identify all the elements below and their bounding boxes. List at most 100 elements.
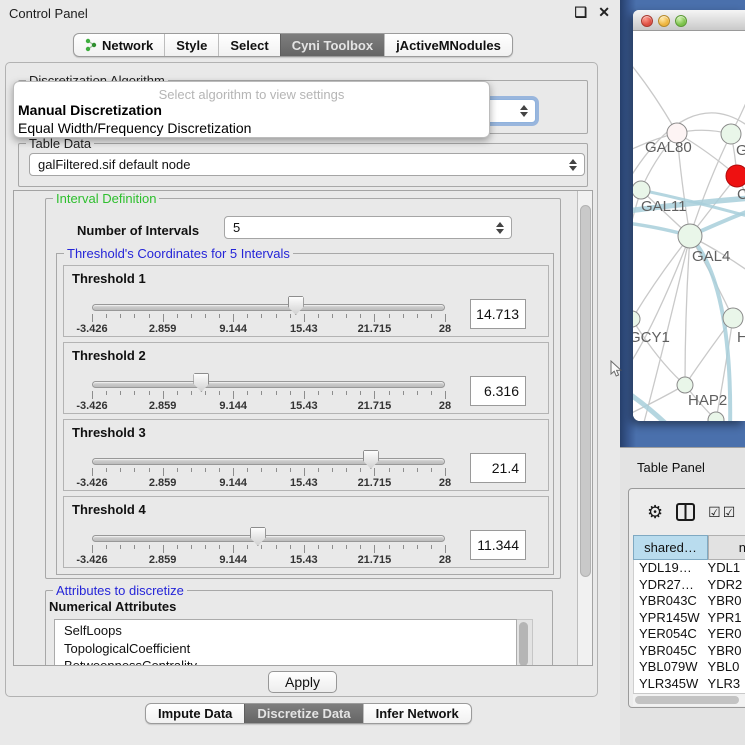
threshold-slider-track[interactable]: [92, 304, 445, 311]
table-row[interactable]: YDR27…YDR2: [634, 577, 745, 594]
settings-scrollbar-thumb[interactable]: [580, 205, 591, 577]
network-node-GAL4[interactable]: [678, 224, 702, 248]
threshold-slider-thumb[interactable]: [193, 373, 209, 392]
threshold-slider-thumb[interactable]: [288, 296, 304, 315]
threshold-value-field[interactable]: 14.713: [470, 299, 526, 329]
zoom-traffic-light-icon[interactable]: [675, 15, 687, 27]
network-node-label: H: [737, 329, 745, 346]
tab-cyni-toolbox[interactable]: Cyni Toolbox: [280, 34, 384, 56]
network-node-GCY1[interactable]: [633, 311, 640, 327]
table-row[interactable]: YDL19…YDL1: [634, 560, 745, 577]
close-traffic-light-icon[interactable]: [641, 15, 653, 27]
minimize-traffic-light-icon[interactable]: [658, 15, 670, 27]
threshold-value-field[interactable]: 11.344: [470, 530, 526, 560]
settings-scrollbar[interactable]: [577, 191, 592, 666]
table-cell[interactable]: YBR0: [703, 643, 745, 660]
tab-label: Select: [230, 38, 268, 53]
apply-button[interactable]: Apply: [268, 671, 337, 693]
checkbox-icon[interactable]: ☑☑: [708, 504, 737, 521]
network-node-RED[interactable]: [726, 165, 745, 187]
tab-label: jActiveMNodules: [396, 38, 501, 53]
table-data-value: galFiltered.sif default node: [38, 157, 190, 172]
threshold-value-field[interactable]: 21.4: [470, 453, 526, 483]
table-cell[interactable]: YDL19…: [634, 560, 703, 577]
control-panel: Control Panel ❑ ✕ NetworkStyleSelectCyni…: [0, 0, 620, 745]
table-row[interactable]: YPR145WYPR1: [634, 610, 745, 627]
tab-select[interactable]: Select: [218, 34, 279, 56]
group-title: Threshold's Coordinates for 5 Intervals: [64, 246, 293, 261]
tab-style[interactable]: Style: [164, 34, 218, 56]
close-icon[interactable]: ✕: [598, 4, 610, 21]
network-node-H[interactable]: [723, 308, 743, 328]
attribute-item-betweennesscentrality[interactable]: BetweennessCentrality: [55, 657, 516, 666]
list-scrollbar[interactable]: [517, 619, 533, 666]
scale-label: 9.144: [219, 323, 247, 335]
table-hscrollbar-thumb[interactable]: [635, 696, 739, 704]
stepper-icon: [496, 221, 505, 235]
network-window-titlebar[interactable]: [633, 10, 745, 31]
threshold-label: Threshold 1: [72, 271, 146, 286]
list-scrollbar-thumb[interactable]: [519, 622, 528, 666]
threshold-label: Threshold 2: [72, 348, 146, 363]
tab-discretize-data[interactable]: Discretize Data: [244, 704, 362, 723]
table-hscrollbar[interactable]: [633, 693, 745, 706]
threshold-slider-track[interactable]: [92, 458, 445, 465]
table-cell[interactable]: YBR045C: [634, 643, 703, 660]
column-layout-icon[interactable]: [676, 503, 695, 521]
scale-label: 2.859: [149, 400, 177, 412]
scale-label: 21.715: [358, 400, 392, 412]
table-cell[interactable]: YBL079W: [634, 659, 703, 676]
threshold-slider-thumb[interactable]: [363, 450, 379, 469]
table-cell[interactable]: YPR145W: [634, 610, 703, 627]
threshold-slider-track[interactable]: [92, 535, 445, 542]
float-window-icon[interactable]: ❑: [574, 4, 587, 21]
table-cell[interactable]: YDL1: [703, 560, 745, 577]
numerical-attributes-list[interactable]: SelfLoopsTopologicalCoefficientBetweenne…: [54, 619, 517, 666]
attribute-item-selfloops[interactable]: SelfLoops: [55, 622, 516, 640]
network-node-GAL11[interactable]: [633, 181, 650, 199]
table-cell[interactable]: YLR345W: [634, 676, 703, 693]
network-node-G[interactable]: [721, 124, 741, 144]
tab-label: Style: [176, 38, 207, 53]
table-row[interactable]: YBR045CYBR0: [634, 643, 745, 660]
scale-label: -3.426: [76, 323, 107, 335]
table-row[interactable]: YLR345WYLR3: [634, 676, 745, 693]
table-cell[interactable]: YDR27…: [634, 577, 703, 594]
dropdown-item-equal-width-frequency-discretization[interactable]: Equal Width/Frequency Discretization: [18, 120, 251, 136]
threshold-slider-track[interactable]: [92, 381, 445, 388]
table-row[interactable]: YBL079WYBL0: [634, 659, 745, 676]
table-cell[interactable]: YBR043C: [634, 593, 703, 610]
table-cell[interactable]: YDR2: [703, 577, 745, 594]
number-of-intervals-combobox[interactable]: 5: [224, 216, 512, 239]
attribute-item-topologicalcoefficient[interactable]: TopologicalCoefficient: [55, 640, 516, 658]
tab-impute-data[interactable]: Impute Data: [146, 704, 244, 723]
threshold-slider-thumb[interactable]: [250, 527, 266, 546]
table-row[interactable]: YER054CYER0: [634, 626, 745, 643]
table-cell[interactable]: YBL0: [703, 659, 745, 676]
column-header-na[interactable]: na: [708, 535, 745, 560]
threshold-label: Threshold 4: [72, 502, 146, 517]
table-cell[interactable]: YBR0: [703, 593, 745, 610]
table-header: shared…na: [633, 535, 745, 560]
table-cell[interactable]: YLR3: [703, 676, 745, 693]
column-header-shared-[interactable]: shared…: [633, 535, 708, 560]
table-panel-title: Table Panel: [637, 460, 705, 475]
network-node-label: GAL11: [641, 198, 687, 215]
tab-network[interactable]: Network: [74, 34, 164, 56]
table-cell[interactable]: YER0: [703, 626, 745, 643]
table-data-combobox[interactable]: galFiltered.sif default node: [29, 153, 585, 176]
tab-jactivemnodules[interactable]: jActiveMNodules: [384, 34, 512, 56]
network-view-window[interactable]: GAL80GACGAL11GAL4GCY1HHAP2: [633, 10, 745, 421]
scale-label: 15.43: [290, 323, 318, 335]
table-row[interactable]: YBR043CYBR0: [634, 593, 745, 610]
table-cell[interactable]: YPR1: [703, 610, 745, 627]
network-canvas[interactable]: GAL80GACGAL11GAL4GCY1HHAP2: [633, 31, 745, 421]
table-cell[interactable]: YER054C: [634, 626, 703, 643]
network-node-HAP2[interactable]: [677, 377, 693, 393]
tab-infer-network[interactable]: Infer Network: [363, 704, 471, 723]
dropdown-item-manual-discretization[interactable]: Manual Discretization: [18, 102, 162, 118]
gear-icon[interactable]: ⚙: [647, 503, 663, 521]
threshold-value-field[interactable]: 6.316: [470, 376, 526, 406]
algorithm-dropdown-popup: Select algorithm to view settings Manual…: [13, 81, 490, 138]
network-node-label: C: [737, 186, 745, 203]
